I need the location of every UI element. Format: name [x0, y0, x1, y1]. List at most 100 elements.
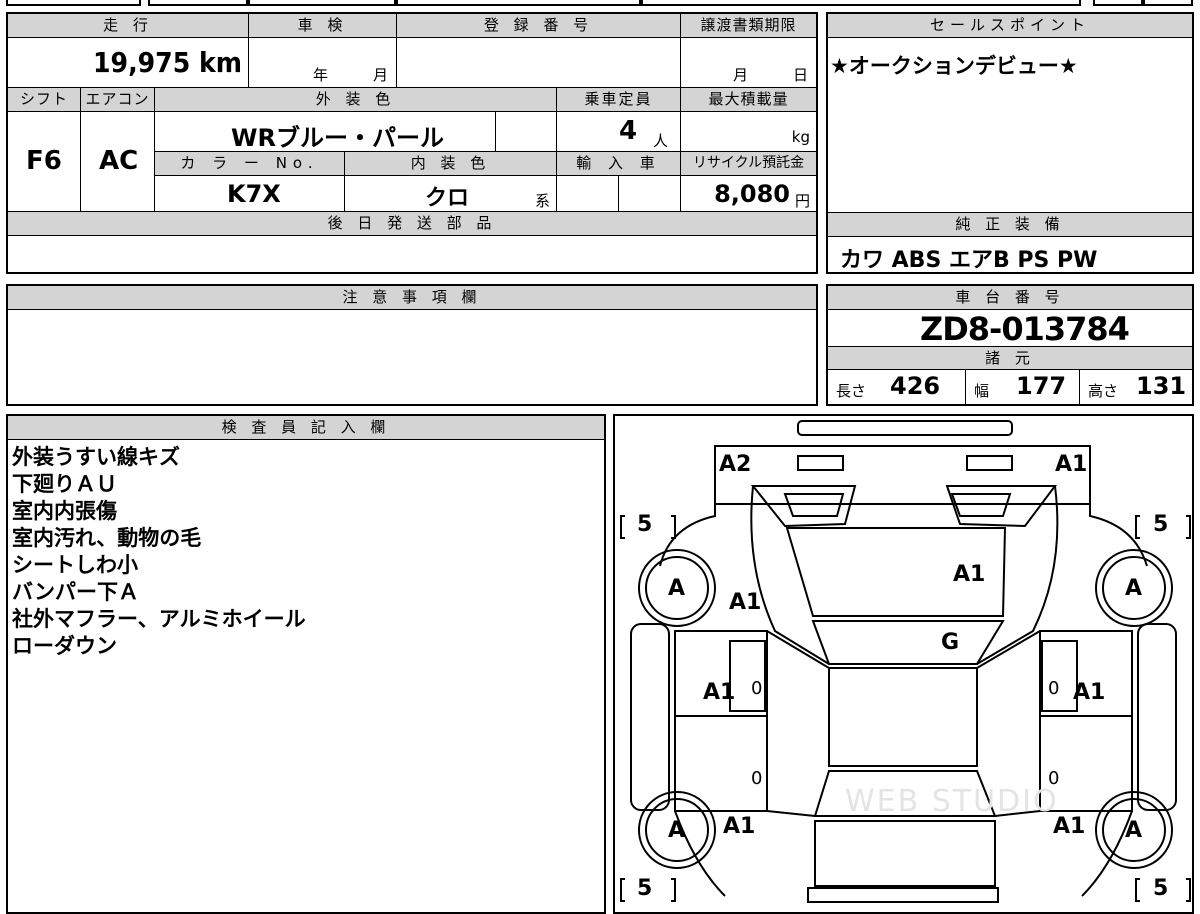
vehicle-info-table: 走 行 車 検 登 録 番 号 譲渡書類期限 19,975 km 年 月 月 日…: [6, 12, 818, 274]
notice-box: 注 意 事 項 欄: [6, 284, 818, 406]
aircon-header: エアコン: [81, 88, 155, 112]
interior-color-cell: クロ 系: [345, 176, 557, 212]
mileage-cell: 19,975 km: [8, 38, 249, 88]
note-line: 下廻りＡＵ: [12, 472, 117, 496]
mark-tire-rl: A: [668, 818, 686, 843]
mark-tire-fr: A: [1125, 576, 1143, 601]
inspector-box: 検 査 員 記 入 欄 外装うすい線キズ 下廻りＡＵ 室内内張傷 室内汚れ、動物…: [6, 414, 606, 914]
exterior-color-cell: WRブルー・パール: [155, 112, 496, 152]
car-diagram-box: A2 A1 5 5 A A A1 A1 G A1 0 0 A1 0 0 A1 A…: [613, 414, 1194, 914]
mark-front-right: A1: [1055, 452, 1088, 477]
capacity-cell: 4 人: [557, 112, 681, 152]
transfer-month-label: 月: [733, 66, 749, 84]
watermark: WEB STUDIO: [845, 784, 1059, 819]
mark-tread-fr: 5: [1153, 512, 1169, 537]
note-line: シートしわ小: [12, 553, 138, 577]
chassis-header: 車 台 番 号: [828, 286, 1192, 310]
later-parts-header: 後 日 発 送 部 品: [8, 212, 816, 236]
car-diagram: [620, 420, 1191, 903]
note-line: 社外マフラー、アルミホイール: [12, 607, 306, 631]
genuine-equipment-text: カワ ABS エアB PS PW: [840, 248, 1098, 273]
notice-header: 注 意 事 項 欄: [8, 286, 816, 310]
max-load-unit: kg: [791, 128, 810, 146]
interior-color-header: 内 装 色: [345, 152, 557, 176]
color-no-header: カ ラ ー No.: [155, 152, 345, 176]
max-load-cell: kg: [681, 112, 816, 152]
mark-tire-rr: A: [1125, 818, 1143, 843]
inspector-notes: 外装うすい線キズ 下廻りＡＵ 室内内張傷 室内汚れ、動物の毛 シートしわ小 バン…: [12, 444, 306, 660]
mark-tread-rl: 5: [637, 876, 653, 901]
note-line: 室内汚れ、動物の毛: [12, 526, 202, 550]
spec-height-value: 131: [1136, 372, 1187, 400]
mark-tire-fl: A: [668, 576, 686, 601]
inspection-year-label: 年: [313, 66, 329, 84]
registration-cell: [397, 38, 681, 88]
spec-length-label: 長さ: [836, 382, 867, 400]
transfer-deadline-cell: 月 日: [681, 38, 816, 88]
recycle-fee-value: 8,080: [714, 180, 790, 208]
inspection-month-label: 月: [373, 66, 389, 84]
mark-windshield: G: [941, 630, 960, 655]
note-line: バンパー下Ａ: [12, 580, 140, 604]
spec-length-value: 426: [890, 372, 941, 400]
genuine-equipment-header: 純 正 装 備: [828, 213, 1192, 237]
mark-door-fr: A1: [1073, 680, 1106, 705]
spec-height-label: 高さ: [1088, 382, 1119, 400]
chassis-value: ZD8-013784: [920, 310, 1130, 348]
spec-width-cell: 幅 177: [966, 370, 1080, 404]
mark-zero-1: 0: [751, 678, 763, 699]
shift-value: F6: [26, 146, 62, 176]
recycle-fee-cell: 8,080 円: [681, 176, 816, 212]
mark-tread-rr: 5: [1153, 876, 1169, 901]
shift-cell: F6: [8, 112, 81, 212]
sales-point-box: セールスポイント ★オークションデビュー★ 純 正 装 備 カワ ABS エアB…: [826, 12, 1194, 274]
sales-point-header: セールスポイント: [828, 14, 1192, 38]
exterior-color-value: WRブルー・パール: [231, 124, 444, 152]
inspector-header: 検 査 員 記 入 欄: [8, 416, 604, 440]
inspection-cell: 年 月: [249, 38, 397, 88]
capacity-value: 4: [619, 116, 638, 146]
interior-color-value: クロ: [425, 186, 470, 211]
mark-tread-fl: 5: [637, 512, 653, 537]
max-load-header: 最大積載量: [681, 88, 816, 112]
capacity-header: 乗車定員: [557, 88, 681, 112]
aircon-cell: AC: [81, 112, 155, 212]
spec-height-cell: 高さ 131: [1080, 370, 1192, 404]
exterior-color-header: 外 装 色: [155, 88, 557, 112]
shift-header: シフト: [8, 88, 81, 112]
mark-zero-2: 0: [1048, 678, 1060, 699]
spec-length-cell: 長さ 426: [828, 370, 966, 404]
capacity-unit: 人: [653, 132, 669, 150]
mileage-value: 19,975 km: [93, 46, 242, 79]
note-line: 外装うすい線キズ: [12, 445, 180, 469]
sales-point-text: ★オークションデビュー★: [830, 54, 1078, 78]
import-car-cell-2: [619, 176, 681, 212]
import-car-cell: [557, 176, 619, 212]
note-line: 室内内張傷: [12, 499, 117, 523]
color-no-value: K7X: [227, 180, 281, 208]
mark-zero-3: 0: [751, 768, 763, 789]
color-no-cell: K7X: [155, 176, 345, 212]
import-car-header: 輸 入 車: [557, 152, 681, 176]
registration-header: 登 録 番 号: [397, 14, 681, 38]
transfer-day-label: 日: [793, 66, 809, 84]
mark-fender-rl: A1: [723, 814, 756, 839]
note-line: ローダウン: [12, 634, 117, 658]
inspection-header: 車 検: [249, 14, 397, 38]
spec-width-value: 177: [1016, 372, 1067, 400]
exterior-color-extra-cell: [496, 112, 557, 152]
mark-fender-fl: A1: [729, 590, 762, 615]
mileage-header: 走 行: [8, 14, 249, 38]
interior-color-suffix: 系: [535, 192, 551, 210]
transfer-deadline-header: 譲渡書類期限: [681, 14, 816, 38]
recycle-fee-header: リサイクル預託金: [681, 152, 816, 176]
aircon-value: AC: [99, 146, 139, 176]
mark-door-fl: A1: [703, 680, 736, 705]
chassis-box: 車 台 番 号 ZD8-013784 諸 元 長さ 426 幅 177 高さ 1…: [826, 284, 1194, 406]
mark-hood: A1: [953, 562, 986, 587]
recycle-fee-unit: 円: [794, 192, 810, 210]
mark-front-left: A2: [719, 452, 752, 477]
spec-width-label: 幅: [974, 382, 990, 400]
specs-header: 諸 元: [828, 346, 1192, 370]
top-strip: [0, 0, 1200, 6]
